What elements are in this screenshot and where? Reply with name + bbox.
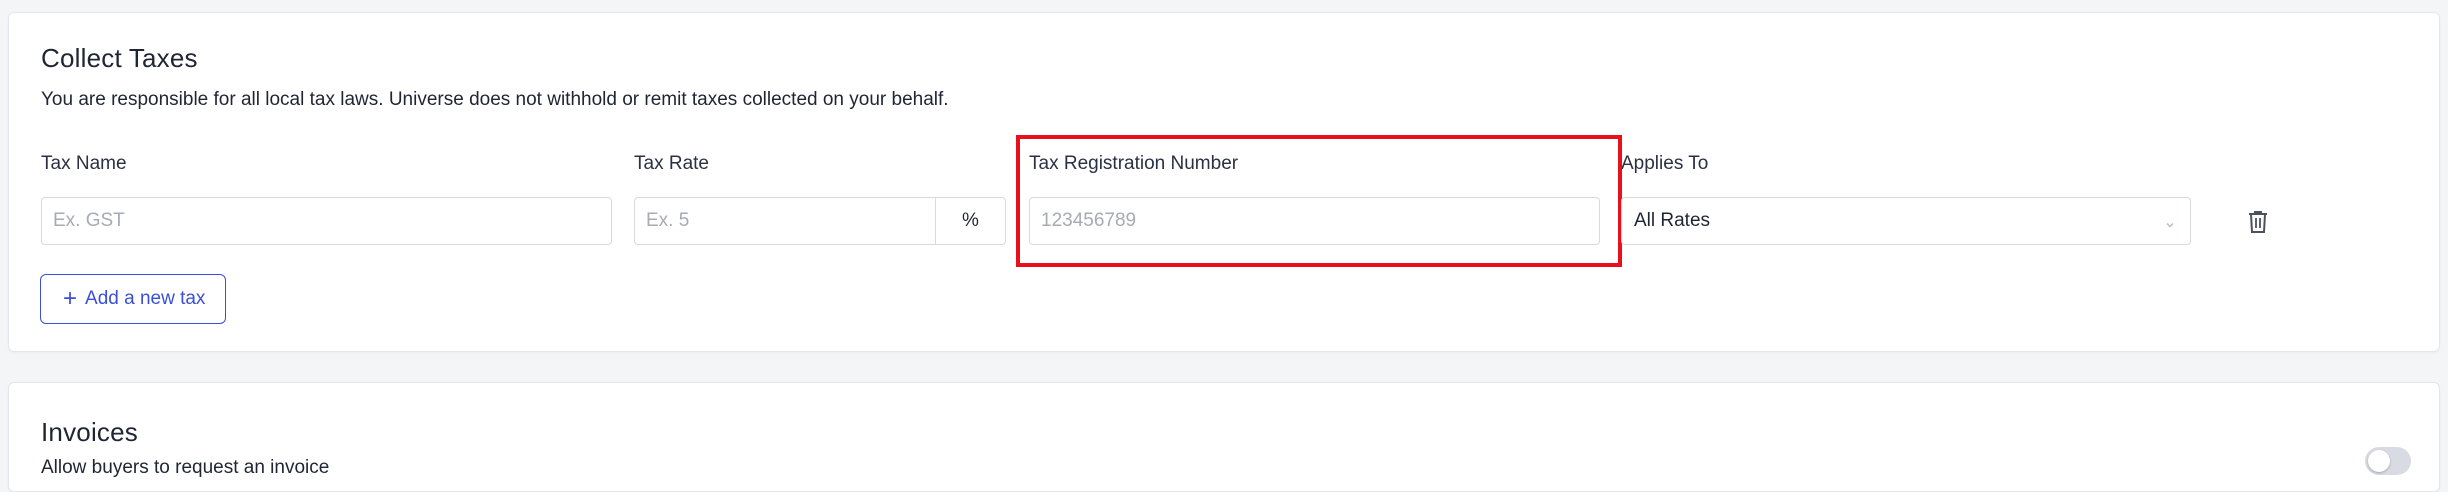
invoices-description: Allow buyers to request an invoice — [41, 457, 330, 478]
chevron-down-icon — [2164, 215, 2176, 237]
percent-symbol: % — [962, 210, 979, 231]
collect-taxes-card: Collect Taxes You are responsible for al… — [8, 12, 2440, 352]
trash-icon[interactable] — [2246, 209, 2270, 240]
add-new-tax-label: Add a new tax — [85, 288, 206, 309]
collect-taxes-title: Collect Taxes — [41, 43, 198, 73]
invoices-title: Invoices — [41, 417, 138, 447]
applies-to-select[interactable]: All Rates — [1621, 197, 2191, 245]
tax-name-input[interactable] — [41, 197, 612, 245]
tax-rate-label: Tax Rate — [634, 153, 709, 174]
tax-registration-highlight-box — [1016, 135, 1622, 267]
invoice-request-toggle[interactable] — [2365, 447, 2411, 475]
add-new-tax-button[interactable]: + Add a new tax — [40, 274, 227, 324]
toggle-knob — [2368, 450, 2390, 472]
invoices-card: Invoices Allow buyers to request an invo… — [8, 382, 2440, 492]
applies-to-label: Applies To — [1621, 153, 1709, 174]
applies-to-selected-value: All Rates — [1634, 210, 1711, 231]
tax-name-label: Tax Name — [41, 153, 127, 174]
plus-icon: + — [63, 285, 78, 312]
tax-rate-input[interactable] — [634, 197, 936, 245]
collect-taxes-description: You are responsible for all local tax la… — [41, 89, 949, 110]
tax-rate-percent-suffix: % — [936, 197, 1006, 245]
